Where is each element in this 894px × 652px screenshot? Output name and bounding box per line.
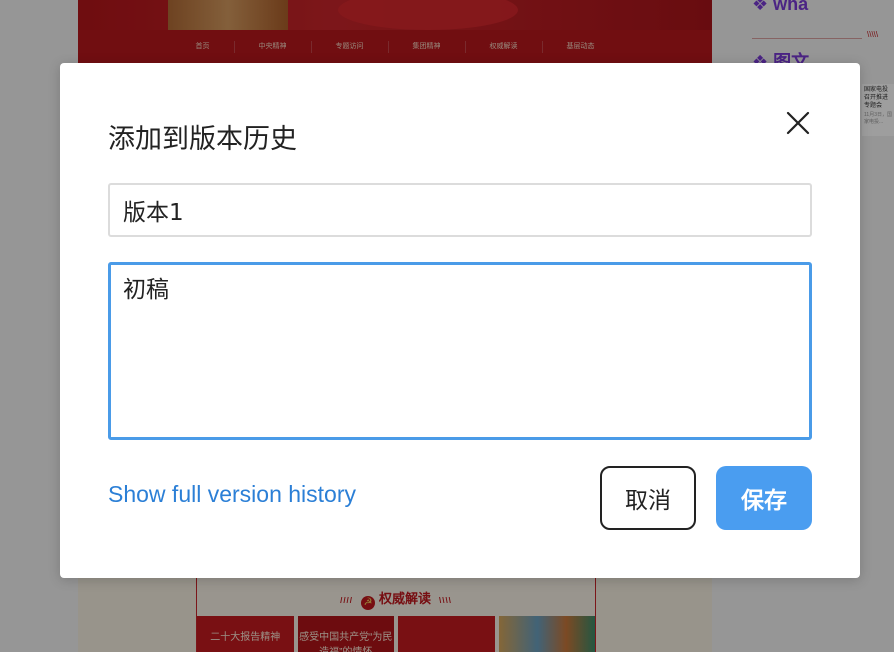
- save-button[interactable]: 保存: [716, 466, 812, 530]
- show-full-history-link[interactable]: Show full version history: [108, 481, 356, 508]
- close-icon: [786, 111, 810, 135]
- version-description-textarea[interactable]: 初稿: [108, 262, 812, 440]
- add-version-dialog: 添加到版本历史 初稿 Show full version history 取消 …: [60, 63, 860, 578]
- close-button[interactable]: [782, 107, 814, 139]
- dialog-title: 添加到版本历史: [108, 124, 297, 155]
- cancel-button[interactable]: 取消: [600, 466, 696, 530]
- version-name-input[interactable]: [108, 183, 812, 237]
